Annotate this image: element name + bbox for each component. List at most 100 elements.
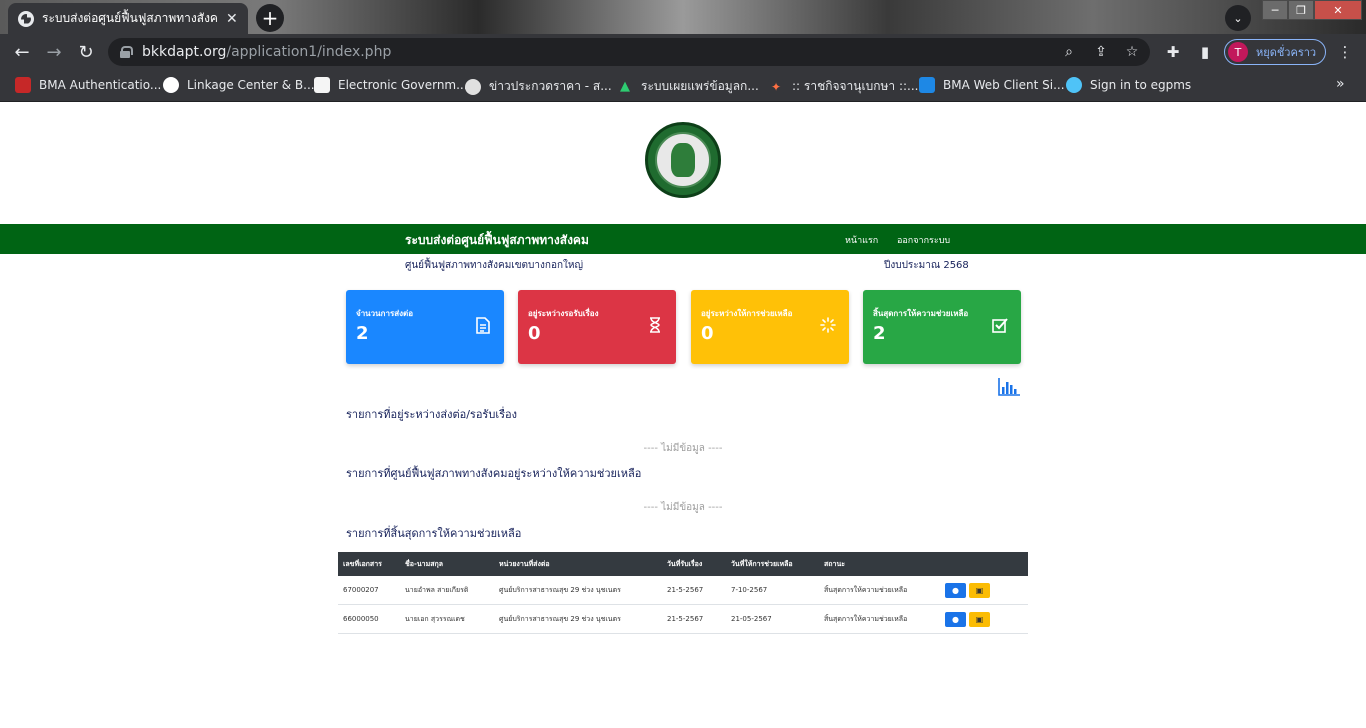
egov-icon bbox=[314, 77, 330, 93]
card-label: จำนวนการส่งต่อ bbox=[356, 309, 414, 318]
profile-button[interactable]: T หยุดชั่วคราว bbox=[1224, 39, 1326, 65]
hourglass-icon bbox=[646, 316, 664, 334]
bookmark-item[interactable]: Electronic Governm... bbox=[314, 77, 468, 93]
globe-icon bbox=[18, 10, 34, 27]
card-label: อยู่ระหว่างให้การช่วยเหลือ bbox=[701, 309, 793, 318]
bookmark-item[interactable]: BMA Web Client Si... bbox=[919, 77, 1065, 93]
center-name: ศูนย์ฟื้นฟูสภาพทางสังคมเขตบางกอกใหญ่ bbox=[405, 260, 584, 271]
reload-button[interactable]: ↻ bbox=[74, 40, 98, 64]
document-icon bbox=[474, 316, 492, 334]
section-title-pending: รายการที่อยู่ระหว่างส่งต่อ/รอรับเรื่อง bbox=[346, 408, 517, 421]
bookmark-item[interactable]: Sign in to egpms bbox=[1066, 77, 1191, 93]
header-agency: หน่วยงานที่ส่งต่อ bbox=[499, 559, 550, 568]
close-tab-icon[interactable]: ✕ bbox=[226, 11, 238, 27]
cell-assist-date: 7-10-2567 bbox=[731, 586, 768, 594]
egpms-icon bbox=[1066, 77, 1082, 93]
emblem-icon: ✦ bbox=[768, 78, 784, 95]
linkage-icon bbox=[163, 77, 179, 93]
address-bar[interactable]: bkkdapt.org/application1/index.php ⌕ ⇪ ☆ bbox=[108, 38, 1150, 66]
card-value: 0 bbox=[528, 323, 541, 344]
new-tab-button[interactable]: + bbox=[256, 4, 284, 32]
printer-icon: ▣ bbox=[975, 585, 984, 595]
table-row: 66000050 นายเอก สุวรรณเดช ศูนย์บริการสาธ… bbox=[338, 605, 1028, 634]
view-button[interactable]: ● bbox=[945, 582, 966, 598]
cell-status: สิ้นสุดการให้ความช่วยเหลือ bbox=[824, 585, 908, 594]
bar-chart-icon[interactable] bbox=[998, 378, 1020, 396]
table-header: เลขที่เอกสาร ชื่อ-นามสกุล หน่วยงานที่ส่ง… bbox=[338, 552, 1028, 576]
nav-logout-link[interactable]: ออกจากระบบ bbox=[897, 233, 950, 247]
card-value: 2 bbox=[873, 323, 886, 344]
cell-name: นายอำพล สายเกียรติ bbox=[405, 585, 469, 594]
bookmark-item[interactable]: Linkage Center & B... bbox=[163, 77, 315, 93]
header-name: ชื่อ-นามสกุล bbox=[405, 559, 443, 568]
eye-icon: ● bbox=[952, 614, 959, 624]
bookmark-item[interactable]: ✦ :: ราชกิจจานุเบกษา ::... bbox=[768, 77, 918, 96]
url-host: bkkdapt.org bbox=[142, 44, 227, 60]
card-label: อยู่ระหว่างรอรับเรื่อง bbox=[528, 309, 599, 318]
header-doc-no: เลขที่เอกสาร bbox=[343, 559, 382, 568]
more-bookmarks-icon[interactable]: » bbox=[1336, 76, 1345, 92]
printer-icon: ▣ bbox=[975, 614, 984, 624]
print-button[interactable]: ▣ bbox=[969, 611, 990, 627]
browser-toolbar: ← → ↻ bkkdapt.org/application1/index.php… bbox=[0, 34, 1366, 70]
nav-home-link[interactable]: หน้าแรก bbox=[845, 233, 878, 247]
zimbra-icon bbox=[919, 77, 935, 93]
profile-label: หยุดชั่วคราว bbox=[1256, 46, 1317, 59]
card-label: สิ้นสุดการให้ความช่วยเหลือ bbox=[873, 309, 969, 318]
view-button[interactable]: ● bbox=[945, 611, 966, 627]
header-status: สถานะ bbox=[824, 559, 845, 568]
back-button[interactable]: ← bbox=[10, 40, 34, 64]
lock-icon[interactable] bbox=[120, 46, 133, 58]
site-navbar: ระบบส่งต่อศูนย์ฟื้นฟูสภาพทางสังคม หน้าแร… bbox=[0, 224, 1366, 254]
card-completed[interactable]: สิ้นสุดการให้ความช่วยเหลือ 2 bbox=[863, 290, 1021, 364]
cell-name: นายเอก สุวรรณเดช bbox=[405, 614, 465, 623]
maximize-button[interactable]: ❐ bbox=[1288, 0, 1314, 20]
header-received-date: วันที่รับเรื่อง bbox=[667, 559, 703, 568]
procurement-icon bbox=[465, 78, 481, 95]
cell-received-date: 21-5-2567 bbox=[667, 586, 704, 594]
window-close-button[interactable]: ✕ bbox=[1314, 0, 1362, 20]
cell-received-date: 21-5-2567 bbox=[667, 615, 704, 623]
card-pending[interactable]: อยู่ระหว่างรอรับเรื่อง 0 bbox=[518, 290, 676, 364]
bookmarks-bar: BMA Authenticatio... Linkage Center & B.… bbox=[0, 70, 1366, 102]
page-content: ระบบส่งต่อศูนย์ฟื้นฟูสภาพทางสังคม หน้าแร… bbox=[0, 103, 1366, 728]
organization-logo bbox=[645, 122, 721, 198]
tab-title: ระบบส่งต่อศูนย์ฟื้นฟูสภาพทางสังคม bbox=[42, 11, 218, 25]
forward-button[interactable]: → bbox=[42, 40, 66, 64]
header-assist-date: วันที่ให้การช่วยเหลือ bbox=[731, 559, 793, 568]
table-row: 67000207 นายอำพล สายเกียรติ ศูนย์บริการส… bbox=[338, 576, 1028, 605]
no-data-pending: ---- ไม่มีข้อมูล ---- bbox=[643, 443, 723, 454]
url-path: /application1/index.php bbox=[226, 44, 392, 60]
minimize-button[interactable]: ─ bbox=[1262, 0, 1288, 20]
no-data-assisting: ---- ไม่มีข้อมูล ---- bbox=[643, 502, 723, 513]
zoom-icon[interactable]: ⌕ bbox=[1060, 43, 1078, 61]
print-button[interactable]: ▣ bbox=[969, 582, 990, 598]
section-title-assisting: รายการที่ศูนย์ฟื้นฟูสภาพทางสังคมอยู่ระหว… bbox=[346, 467, 642, 480]
share-icon[interactable]: ⇪ bbox=[1092, 43, 1110, 61]
extensions-icon[interactable]: ✚ bbox=[1164, 43, 1182, 61]
browser-titlebar: ระบบส่งต่อศูนย์ฟื้นฟูสภาพทางสังคม ✕ + ⌄ … bbox=[0, 0, 1366, 34]
cell-assist-date: 21-05-2567 bbox=[731, 615, 772, 623]
cell-doc-no: 67000207 bbox=[343, 586, 379, 594]
spinner-icon bbox=[819, 316, 837, 334]
card-in-progress[interactable]: อยู่ระหว่างให้การช่วยเหลือ 0 bbox=[691, 290, 849, 364]
bookmark-star-icon[interactable]: ☆ bbox=[1123, 43, 1141, 61]
triangle-icon: ▲ bbox=[617, 78, 633, 95]
check-square-icon bbox=[991, 316, 1009, 334]
browser-tab[interactable]: ระบบส่งต่อศูนย์ฟื้นฟูสภาพทางสังคม ✕ bbox=[8, 3, 248, 34]
bookmark-item[interactable]: BMA Authenticatio... bbox=[15, 77, 161, 93]
tab-search-button[interactable]: ⌄ bbox=[1225, 5, 1251, 31]
finished-table: เลขที่เอกสาร ชื่อ-นามสกุล หน่วยงานที่ส่ง… bbox=[338, 552, 1028, 634]
avatar: T bbox=[1228, 42, 1248, 62]
bookmark-item[interactable]: ▲ ระบบเผยแพร่ข้อมูลก... bbox=[617, 77, 759, 96]
side-panel-icon[interactable]: ▮ bbox=[1196, 43, 1214, 61]
card-total-referrals[interactable]: จำนวนการส่งต่อ 2 bbox=[346, 290, 504, 364]
section-title-finished: รายการที่สิ้นสุดการให้ความช่วยเหลือ bbox=[346, 527, 522, 540]
site-brand[interactable]: ระบบส่งต่อศูนย์ฟื้นฟูสภาพทางสังคม bbox=[405, 231, 589, 250]
card-value: 0 bbox=[701, 323, 714, 344]
bookmark-item[interactable]: ข่าวประกวดราคา - ส... bbox=[465, 77, 612, 96]
card-value: 2 bbox=[356, 323, 369, 344]
eye-icon: ● bbox=[952, 585, 959, 595]
menu-kebab-icon[interactable]: ⋮ bbox=[1336, 43, 1354, 61]
cell-agency: ศูนย์บริการสาธารณสุข 29 ช่วง นุชเนตร bbox=[499, 585, 621, 594]
